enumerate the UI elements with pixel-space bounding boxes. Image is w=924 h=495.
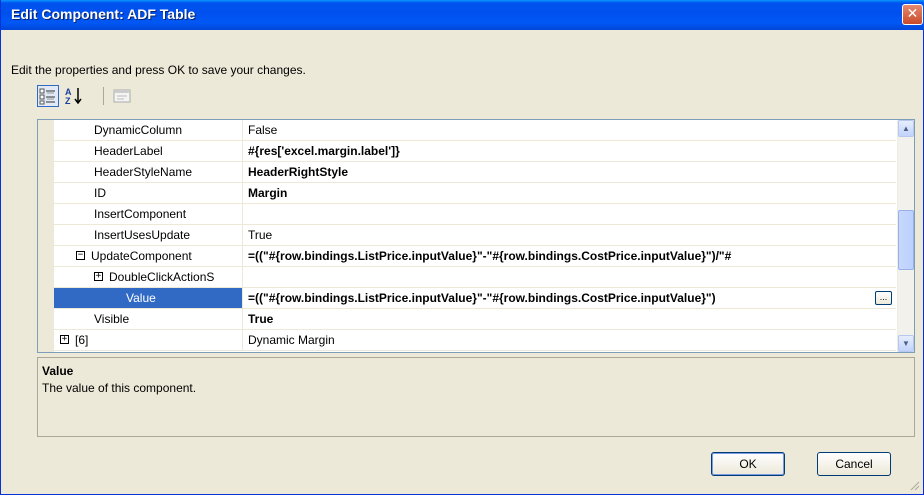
toolbar-separator [103,87,104,105]
property-pages-icon [113,89,131,103]
description-text: The value of this component. [42,381,197,395]
property-value[interactable] [248,267,896,287]
property-value[interactable]: =(("#{row.bindings.ListPrice.inputValue}… [248,288,872,308]
grid-gutter [38,120,54,352]
ok-button[interactable]: OK [711,452,785,476]
window-title: Edit Component: ADF Table [11,6,196,22]
property-name: HeaderLabel [54,141,243,161]
property-value[interactable]: False [248,120,896,140]
vertical-scrollbar[interactable]: ▲ ▼ [897,120,914,352]
property-row-visible[interactable]: Visible True [54,309,896,330]
instructions-text: Edit the properties and press OK to save… [11,63,306,77]
property-row-value[interactable]: Value =(("#{row.bindings.ListPrice.input… [54,288,896,309]
property-name: DoubleClickActionS [109,270,215,284]
property-name: Value [54,288,243,308]
property-value[interactable]: Dynamic Margin [248,330,896,350]
title-bar[interactable]: Edit Component: ADF Table ✕ [1,0,924,30]
property-name-cell: + [6] [54,330,243,350]
property-name: UpdateComponent [91,249,192,263]
property-row-6[interactable]: + [6] Dynamic Margin [54,330,896,351]
property-name: InsertComponent [54,204,243,224]
property-grid[interactable]: DynamicColumn False HeaderLabel #{res['e… [37,119,915,353]
property-name-cell: − UpdateComponent [54,246,243,266]
expand-icon[interactable]: + [94,272,103,282]
property-name-cell: + DoubleClickActionS [54,267,243,287]
property-name: ID [54,183,243,203]
property-row-headerlabel[interactable]: HeaderLabel #{res['excel.margin.label']} [54,141,896,162]
property-value[interactable]: #{res['excel.margin.label']} [248,141,896,161]
description-title: Value [42,364,74,378]
cancel-button[interactable]: Cancel [817,452,891,476]
collapse-icon[interactable]: − [76,251,85,261]
alphabetical-button[interactable]: A Z [63,85,85,107]
property-row-id[interactable]: ID Margin [54,183,896,204]
property-row-dynamiccolumn[interactable]: DynamicColumn False [54,120,896,141]
alphabetical-sort-icon: A Z [65,87,82,106]
scroll-up-arrow-icon[interactable]: ▲ [898,120,914,137]
property-row-insertcomponent[interactable]: InsertComponent [54,204,896,225]
property-row-headerstylename[interactable]: HeaderStyleName HeaderRightStyle [54,162,896,183]
resize-grip-icon[interactable] [910,481,920,491]
property-value[interactable] [248,204,896,224]
property-name: HeaderStyleName [54,162,243,182]
ellipsis-button[interactable]: ... [875,291,892,305]
scroll-down-arrow-icon[interactable]: ▼ [898,335,914,352]
property-value[interactable]: =(("#{row.bindings.ListPrice.inputValue}… [248,246,896,266]
property-name: Visible [54,309,243,329]
property-row-doubleclickaction[interactable]: + DoubleClickActionS [54,267,896,288]
property-name: [6] [75,333,89,347]
property-name: DynamicColumn [54,120,243,140]
scroll-thumb[interactable] [898,210,914,270]
property-value[interactable]: HeaderRightStyle [248,162,896,182]
property-value[interactable]: Margin [248,183,896,203]
close-button[interactable]: ✕ [902,4,923,25]
property-value[interactable]: True [248,225,896,245]
categorized-button[interactable] [37,85,59,107]
property-row-updatecomponent[interactable]: − UpdateComponent =(("#{row.bindings.List… [54,246,896,267]
property-row-insertusesupdate[interactable]: InsertUsesUpdate True [54,225,896,246]
property-pages-button[interactable] [111,85,133,107]
description-panel: Value The value of this component. [37,357,915,437]
categorized-icon [39,88,55,105]
property-value[interactable]: True [248,309,896,329]
expand-icon[interactable]: + [60,335,69,345]
svg-text:Z: Z [65,96,71,106]
property-name: InsertUsesUpdate [54,225,243,245]
edit-component-dialog: Edit Component: ADF Table ✕ Edit the pro… [0,0,924,495]
